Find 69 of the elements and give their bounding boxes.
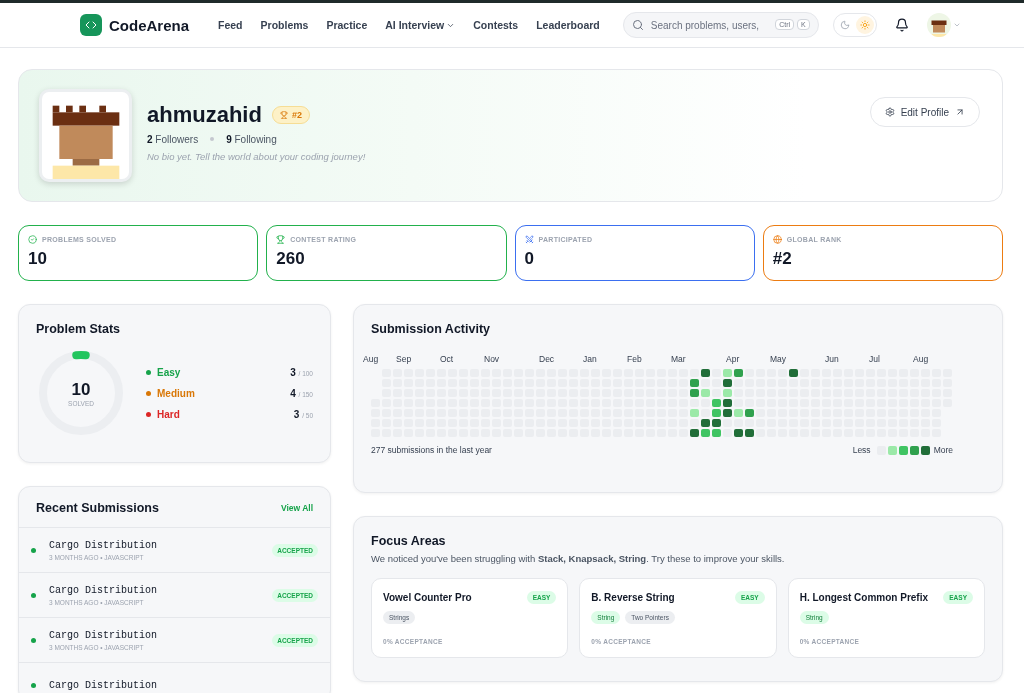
card-title: Problem Stats [36,322,122,336]
submission-row[interactable]: Cargo Distribution [19,663,330,693]
stat-icon [772,235,782,244]
month-label: Dec [539,354,555,364]
difficulty-label: Hard [157,408,181,420]
nav-link[interactable]: Leaderboard [536,19,600,31]
avatar-icon[interactable] [926,13,951,37]
legend-more: More [933,445,953,455]
problem-name: Cargo Distribution [49,679,159,691]
month-label: Aug [913,354,929,364]
rank-badge: #2 [271,105,310,124]
month-label: Oct [440,354,454,364]
status-dot [31,592,36,598]
stat-value: 260 [276,249,306,269]
problem-title: B. Reverse String [591,592,675,603]
problem-name: Cargo Distribution [49,539,159,551]
card-title: Focus Areas [371,534,447,548]
sun-icon[interactable] [855,16,874,34]
edit-profile-button[interactable]: Edit Profile [869,97,980,127]
search-icon [631,19,644,31]
month-label: May [770,354,787,364]
stat-value: 10 [28,249,48,269]
month-label: Nov [484,354,500,364]
month-label: Mar [671,354,686,364]
bell-icon[interactable] [894,18,909,32]
status-dot [31,637,36,643]
solved-count: 10 [71,379,91,400]
activity-summary: 277 submissions in the last year [371,445,492,455]
status-dot [31,547,36,553]
code-icon [85,19,97,31]
status-dot [31,682,36,688]
problem-title: Vowel Counter Pro [383,592,472,603]
trophy-icon [279,110,288,119]
month-label: Apr [726,354,740,364]
username: ahmuzahid [147,101,262,128]
month-label: Feb [627,354,642,364]
stat-value: #2 [772,249,793,269]
month-label: Jul [869,354,880,364]
month-label: Jan [583,354,597,364]
month-label: Aug [363,354,379,364]
card-title: Submission Activity [371,322,491,336]
stat-icon [524,235,534,244]
difficulty-label: Medium [157,387,196,399]
stat-icon [28,235,37,244]
legend-scale-icon [876,445,930,455]
arrow-icon [955,107,965,117]
problem-title: H. Longest Common Prefix [799,592,928,603]
logo-icon[interactable] [80,14,102,36]
followers-link[interactable]: 2 Followers [147,133,199,145]
problem-name: Cargo Distribution [49,584,159,596]
stat-value: 0 [524,249,535,269]
nav-link[interactable]: Feed [218,19,243,31]
problem-name: Cargo Distribution [49,629,159,641]
stat-icon [276,235,286,244]
month-label: Sep [396,354,412,364]
nav-link[interactable]: Practice [326,19,368,31]
caret-icon[interactable] [952,21,961,29]
card-title: Recent Submissions [36,501,159,515]
legend-less: Less [852,445,871,455]
difficulty-label: Easy [157,366,182,378]
nav-link[interactable]: Problems [260,19,309,31]
nav-link[interactable]: Contests [473,19,519,31]
brand-name: CodeArena [109,16,190,34]
nav-link[interactable]: AI Interview [385,19,456,31]
gear-icon [884,107,895,117]
following-link[interactable]: 9 Following [226,133,277,145]
bio-text: No bio yet. Tell the world about your coding journey! [147,150,367,162]
focus-description: We noticed you've been struggling with Stack, Knapsack, String. Try these to improve your skills. [371,553,786,564]
month-label: Jun [825,354,839,364]
